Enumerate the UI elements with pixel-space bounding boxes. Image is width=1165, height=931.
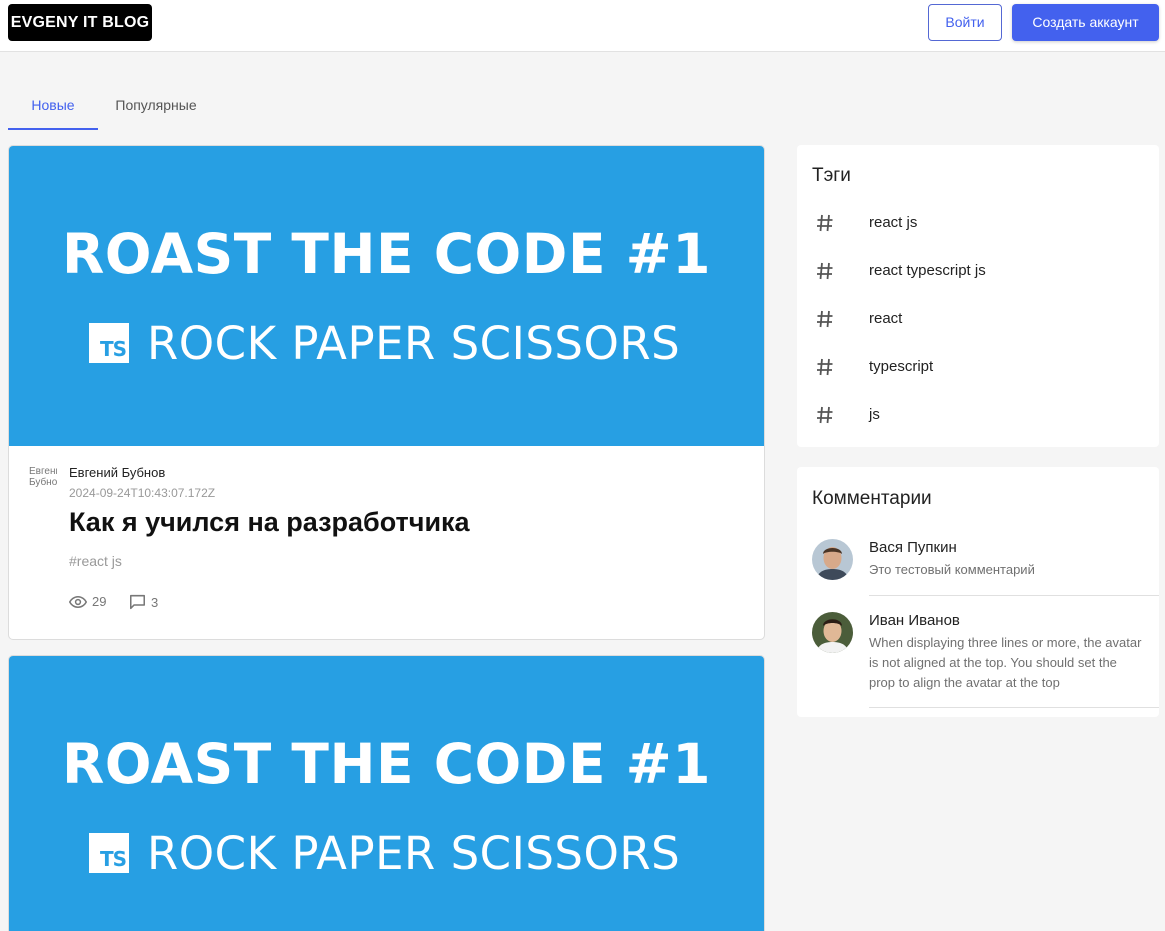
tags-panel: Тэги react js react typescript js react …: [797, 145, 1159, 447]
typescript-logo-text: TS: [99, 337, 127, 361]
user-avatar-icon: [812, 612, 853, 653]
post-author[interactable]: Евгений Бубнов: [69, 465, 165, 480]
comments-count: 3: [151, 594, 159, 610]
comment-divider: [869, 595, 1159, 596]
comment-author: Вася Пупкин: [869, 539, 957, 556]
tag-label: js: [869, 406, 880, 423]
post-date: 2024-09-24T10:43:07.172Z: [69, 486, 216, 500]
hash-icon: [817, 214, 833, 232]
tag-label: react typescript js: [869, 262, 986, 279]
register-button[interactable]: Создать аккаунт: [1012, 4, 1159, 41]
comments-panel: Комментарии Вася Пупкин Это тестовый ком…: [797, 467, 1159, 717]
typescript-logo-icon: TS: [89, 833, 129, 873]
tab-new[interactable]: Новые: [8, 86, 98, 130]
post-card[interactable]: ROAST THE CODE #1 TS ROCK PAPER SCISSORS: [8, 655, 765, 931]
comment-icon: [130, 594, 145, 610]
author-avatar: Евгений Бубнов: [29, 466, 57, 488]
post-title[interactable]: Как я учился на разработчика: [69, 507, 470, 538]
tag-item[interactable]: react js: [797, 200, 1159, 248]
banner-subtitle-row: TS ROCK PAPER SCISSORS: [89, 316, 681, 370]
comments-counter: 3: [129, 594, 158, 610]
banner-subtitle: ROCK PAPER SCISSORS: [147, 316, 681, 370]
tag-item[interactable]: react typescript js: [797, 248, 1159, 296]
tag-item[interactable]: react: [797, 296, 1159, 344]
banner-title: ROAST THE CODE #1: [61, 732, 712, 796]
hash-icon: [817, 310, 833, 328]
comment-divider: [869, 707, 1159, 708]
typescript-logo-icon: TS: [89, 323, 129, 363]
tag-item[interactable]: js: [797, 392, 1159, 440]
post-card[interactable]: ROAST THE CODE #1 TS ROCK PAPER SCISSORS…: [8, 145, 765, 640]
banner-subtitle: ROCK PAPER SCISSORS: [147, 826, 681, 880]
tags-title: Тэги: [812, 165, 851, 186]
hash-icon: [817, 406, 833, 424]
site-logo[interactable]: EVGENY IT BLOG: [8, 4, 152, 41]
login-button[interactable]: Войти: [928, 4, 1002, 41]
comments-title: Комментарии: [812, 488, 932, 509]
comment-text: When displaying three lines or more, the…: [869, 635, 1142, 690]
typescript-logo-text: TS: [99, 847, 127, 871]
comment-text: Это тестовый комментарий: [869, 562, 1035, 577]
eye-icon: [69, 595, 87, 608]
banner-title: ROAST THE CODE #1: [61, 222, 712, 286]
post-banner-image[interactable]: ROAST THE CODE #1 TS ROCK PAPER SCISSORS: [9, 146, 764, 446]
tag-item[interactable]: typescript: [797, 344, 1159, 392]
banner-subtitle-row: TS ROCK PAPER SCISSORS: [89, 826, 681, 880]
tab-popular[interactable]: Популярные: [98, 86, 214, 130]
post-banner-image[interactable]: ROAST THE CODE #1 TS ROCK PAPER SCISSORS: [9, 656, 764, 931]
top-header: EVGENY IT BLOG Войти Создать аккаунт: [0, 0, 1165, 52]
views-count: 29: [92, 594, 107, 609]
tag-label: react js: [869, 214, 918, 231]
comment-author: Иван Иванов: [869, 612, 960, 629]
post-tag[interactable]: #react js: [69, 553, 122, 569]
user-avatar-icon: [812, 539, 853, 580]
tag-label: react: [869, 310, 903, 327]
avatar: [812, 612, 853, 653]
hash-icon: [817, 358, 833, 376]
views-counter: 29: [69, 594, 106, 609]
avatar: [812, 539, 853, 580]
hash-icon: [817, 262, 833, 280]
tag-label: typescript: [869, 358, 934, 375]
